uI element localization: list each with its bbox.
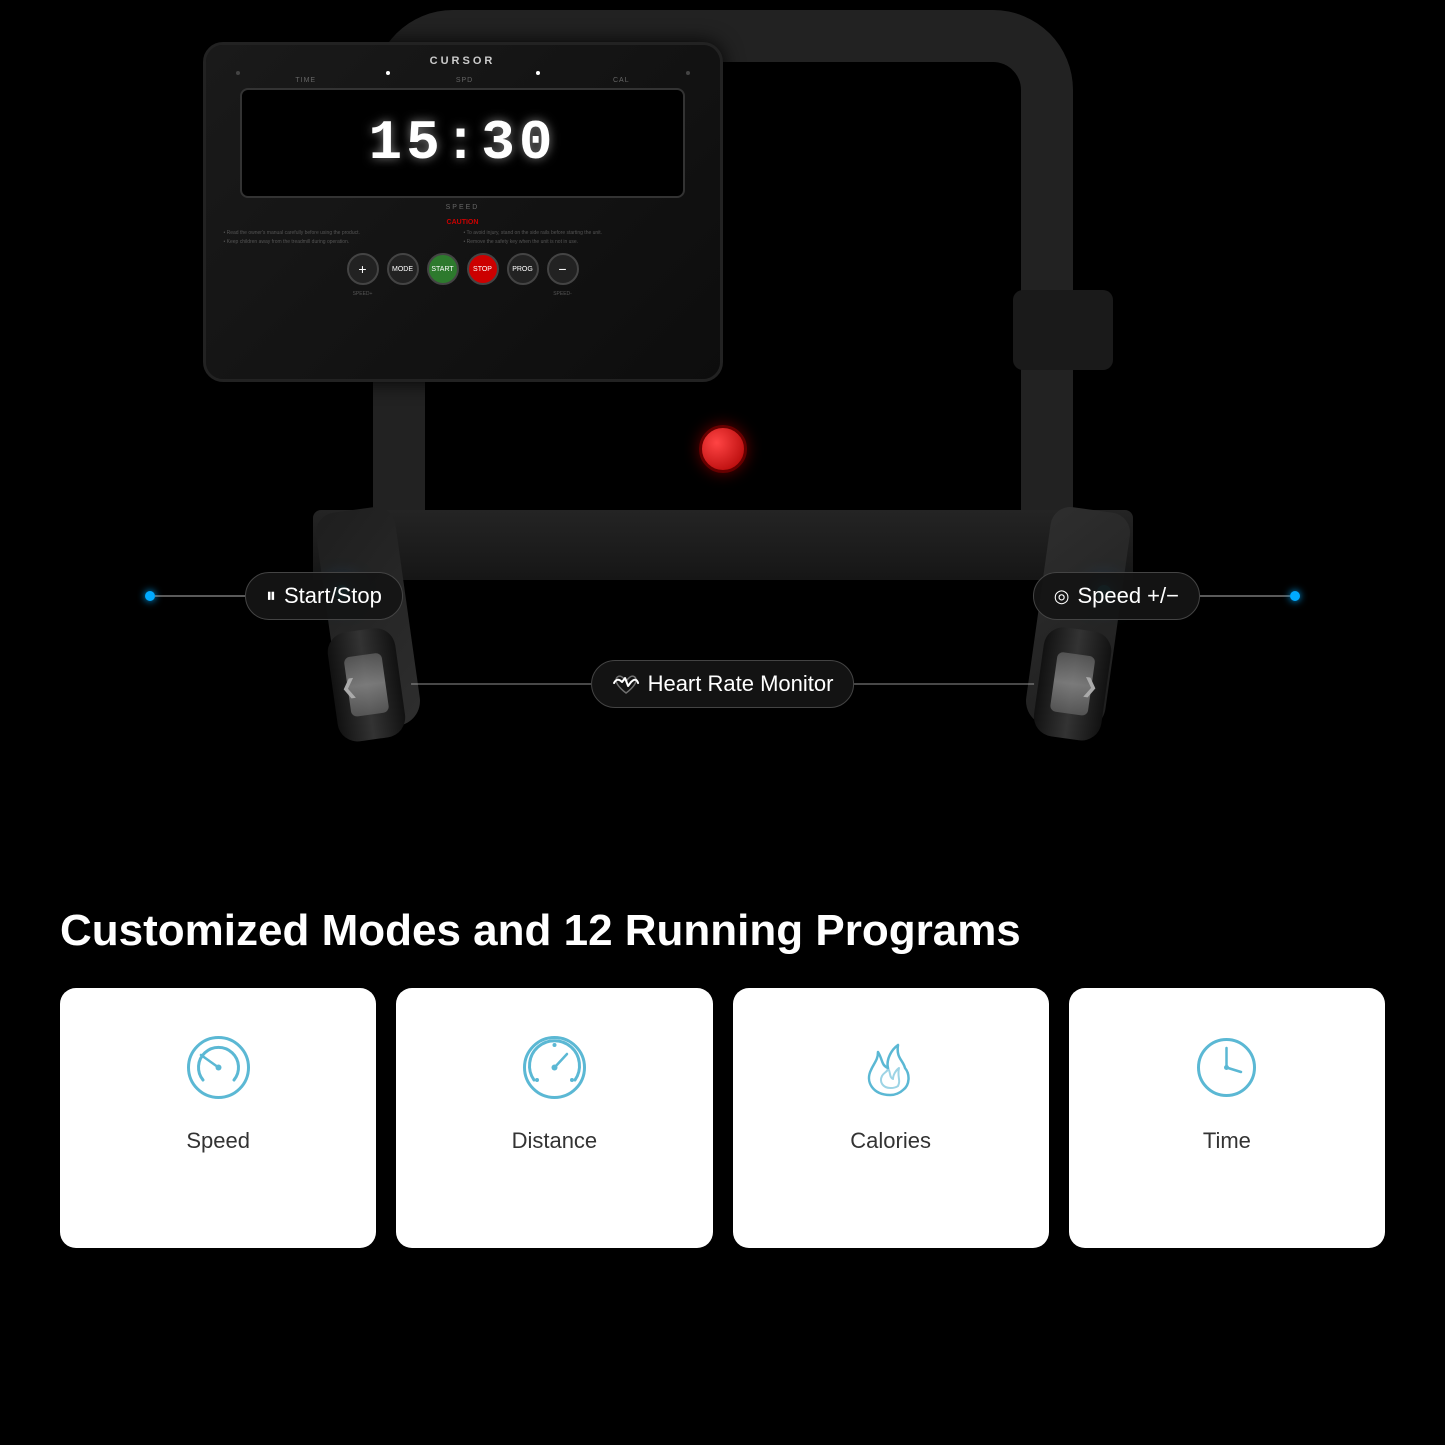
- line-speed: [1200, 595, 1290, 597]
- calories-card-icon: [851, 1028, 931, 1108]
- label-time: TIME: [295, 77, 316, 84]
- section-title: Customized Modes and 12 Running Programs: [60, 905, 1385, 958]
- calories-card-label: Calories: [850, 1128, 931, 1154]
- card-speed: Speed: [60, 988, 376, 1248]
- card-calories: Calories: [733, 988, 1049, 1248]
- gauge-icon: [517, 1030, 592, 1105]
- timer-value: 15:30: [368, 111, 556, 175]
- speed-minus-label: SPEED-: [553, 291, 572, 297]
- display-screen: 15:30: [240, 88, 685, 198]
- caution-title: CAUTION: [216, 219, 710, 226]
- flame-icon: [853, 1030, 928, 1105]
- safety-key[interactable]: [699, 425, 747, 473]
- speed-label: SPEED: [216, 204, 710, 211]
- label-spd: SPD: [456, 77, 473, 84]
- caution-line-2: • To avoid injury, stand on the side rai…: [464, 230, 702, 237]
- cup-holder-right: [1013, 290, 1113, 370]
- chevron-right-icon: ❯: [1080, 673, 1100, 700]
- prog-button[interactable]: PROG: [507, 253, 539, 285]
- controls-row: + SPEED+ MODE START STOP PROG: [216, 253, 710, 285]
- chevron-left-icon: ❮: [338, 674, 358, 701]
- console-panel: CURSOR TIME SPD CAL 15:30: [203, 42, 723, 382]
- label-cal: CAL: [613, 77, 630, 84]
- speed-plus-label: SPEED+: [353, 291, 373, 297]
- cards-row: Speed Distance: [60, 988, 1385, 1248]
- mode-button[interactable]: MODE: [387, 253, 419, 285]
- card-distance: Distance: [396, 988, 712, 1248]
- clock-icon: [1189, 1030, 1264, 1105]
- distance-card-label: Distance: [512, 1128, 598, 1154]
- stop-button[interactable]: STOP: [467, 253, 499, 285]
- brand-label: CURSOR: [216, 55, 710, 67]
- led-connector-start-stop: [145, 591, 155, 601]
- start-button[interactable]: START: [427, 253, 459, 285]
- treadmill-render: CURSOR TIME SPD CAL 15:30: [293, 10, 1153, 830]
- caution-line-4: • Remove the safety key when the unit is…: [464, 239, 702, 246]
- caution-line-1: • Read the owner's manual carefully befo…: [224, 230, 462, 237]
- line-start-stop: [155, 595, 245, 597]
- time-card-label: Time: [1203, 1128, 1251, 1154]
- treadmill-section: CURSOR TIME SPD CAL 15:30: [0, 0, 1445, 870]
- bottom-section: Customized Modes and 12 Running Programs…: [0, 885, 1445, 1445]
- led-left: [335, 585, 349, 599]
- caution-text-area: • Read the owner's manual carefully befo…: [216, 230, 710, 245]
- start-stop-icon: ⏸: [266, 585, 276, 608]
- speedometer-icon: [181, 1030, 256, 1105]
- speed-card-icon: [178, 1028, 258, 1108]
- speed-card-label: Speed: [186, 1128, 250, 1154]
- base-platform: [313, 510, 1133, 580]
- card-time: Time: [1069, 988, 1385, 1248]
- led-right: [1097, 585, 1111, 599]
- speed-minus-button[interactable]: −: [547, 253, 579, 285]
- speed-plus-button[interactable]: +: [347, 253, 379, 285]
- caution-line-3: • Keep children away from the treadmill …: [224, 239, 462, 246]
- time-card-icon: [1187, 1028, 1267, 1108]
- led-connector-speed: [1290, 591, 1300, 601]
- distance-card-icon: [514, 1028, 594, 1108]
